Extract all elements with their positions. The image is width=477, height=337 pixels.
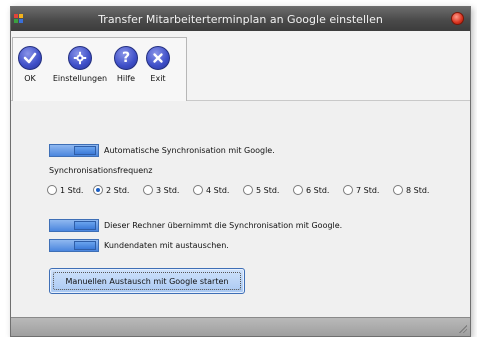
window-close-button[interactable]	[451, 12, 464, 25]
radio-label: 7 Std.	[356, 185, 380, 195]
ok-label: OK	[24, 74, 36, 83]
radio-label: 6 Std.	[306, 185, 330, 195]
focus-outline	[53, 272, 241, 290]
title-bar: Transfer Mitarbeiterterminplan an Google…	[11, 7, 470, 31]
customer-data-toggle[interactable]	[49, 239, 99, 252]
settings-window: Transfer Mitarbeiterterminplan an Google…	[10, 6, 471, 337]
toggle-knob	[74, 146, 96, 155]
settings-button[interactable]: Einstellungen	[50, 46, 110, 83]
exit-label: Exit	[150, 74, 166, 83]
auto-sync-label: Automatische Synchronisation mit Google.	[104, 146, 275, 155]
radio-label: 5 Std.	[256, 185, 280, 195]
toggle-knob	[74, 221, 96, 230]
settings-label: Einstellungen	[52, 74, 108, 83]
ok-button[interactable]: OK	[16, 46, 44, 83]
frequency-option-7[interactable]: 7 Std.	[343, 185, 393, 195]
radio-circle	[243, 185, 253, 195]
customer-data-label: Kundendaten mit austauschen.	[104, 241, 229, 250]
help-label: Hilfe	[116, 74, 136, 83]
radio-circle	[47, 185, 57, 195]
radio-label: 1 Std.	[60, 185, 84, 195]
frequency-option-6[interactable]: 6 Std.	[293, 185, 343, 195]
exit-button[interactable]: Exit	[144, 46, 172, 83]
window-title: Transfer Mitarbeiterterminplan an Google…	[98, 12, 383, 26]
settings-panel: Automatische Synchronisation mit Google.…	[11, 101, 470, 319]
this-computer-sync-label: Dieser Rechner übernimmt die Synchronisa…	[104, 221, 343, 230]
this-computer-sync-toggle[interactable]	[49, 219, 99, 232]
radio-circle	[393, 185, 403, 195]
radio-circle	[293, 185, 303, 195]
toggle-knob	[74, 241, 96, 250]
resize-grip[interactable]	[459, 325, 467, 333]
radio-circle	[343, 185, 353, 195]
frequency-option-4[interactable]: 4 Std.	[193, 185, 243, 195]
help-button[interactable]: ? Hilfe	[112, 46, 140, 83]
check-icon	[18, 46, 42, 70]
frequency-option-3[interactable]: 3 Std.	[143, 185, 193, 195]
frequency-option-8[interactable]: 8 Std.	[393, 185, 437, 195]
radio-label: 8 Std.	[406, 185, 430, 195]
frequency-option-5[interactable]: 5 Std.	[243, 185, 293, 195]
auto-sync-toggle[interactable]	[49, 144, 99, 157]
frequency-radio-group: 1 Std. 2 Std. 3 Std. 4 Std. 5 Std. 6 Std…	[47, 185, 437, 195]
frequency-option-2[interactable]: 2 Std.	[93, 185, 143, 195]
app-icon	[14, 14, 26, 25]
radio-label: 2 Std.	[106, 185, 130, 195]
radio-circle	[193, 185, 203, 195]
radio-circle	[143, 185, 153, 195]
status-bar	[11, 317, 470, 336]
radio-circle-selected	[93, 185, 103, 195]
close-icon	[146, 46, 170, 70]
frequency-option-1[interactable]: 1 Std.	[47, 185, 93, 195]
radio-label: 3 Std.	[156, 185, 180, 195]
toolbar: OK Einstellungen ? Hilfe Exit	[11, 31, 470, 101]
radio-label: 4 Std.	[206, 185, 230, 195]
help-icon: ?	[114, 46, 138, 70]
toolbar-group: OK Einstellungen ? Hilfe Exit	[12, 37, 187, 101]
frequency-label: Synchronisationsfrequenz	[49, 166, 153, 175]
manual-sync-button[interactable]: Manuellen Austausch mit Google starten	[49, 268, 245, 294]
gear-icon	[68, 46, 92, 70]
